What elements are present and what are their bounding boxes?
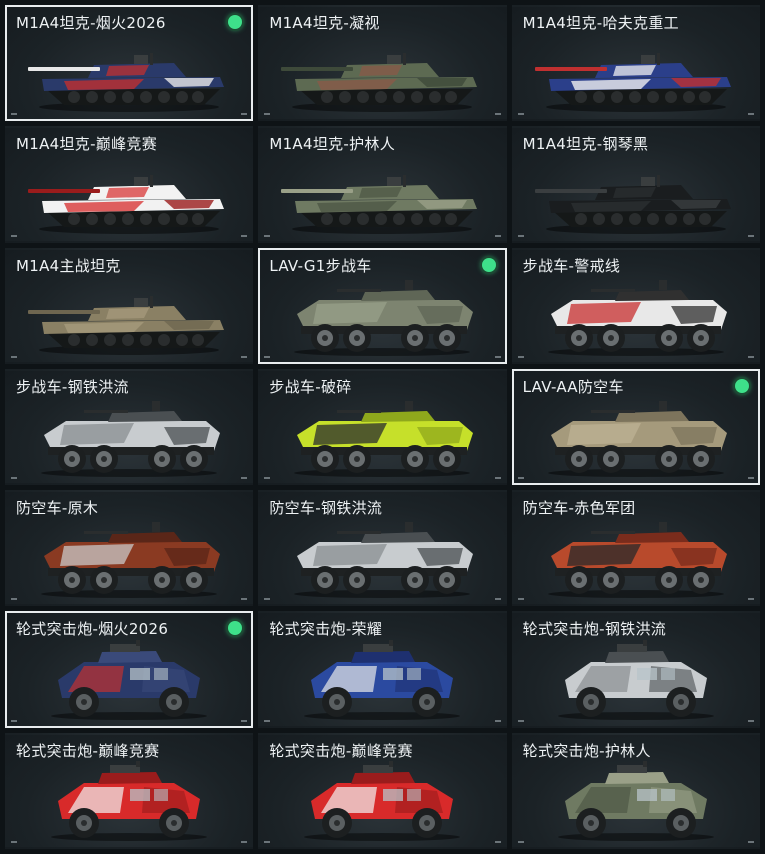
corner-mark (241, 234, 248, 237)
skin-card[interactable]: 轮式突击炮-烟火2026 (5, 611, 254, 728)
tank-icon (534, 53, 731, 113)
skin-card[interactable]: M1A4坦克-护林人 (258, 126, 507, 243)
tank-icon (281, 53, 478, 113)
corner-mark (494, 234, 501, 237)
corner-mark (517, 840, 524, 843)
corner-mark (747, 477, 754, 480)
corner-mark (11, 113, 17, 116)
skin-card[interactable]: 轮式突击炮-巅峰竞赛 (5, 732, 254, 849)
skin-card[interactable]: M1A4坦克-凝视 (258, 5, 507, 122)
skin-card[interactable]: 步战车-破碎 (258, 368, 507, 486)
corner-mark (264, 598, 271, 601)
corner-mark (517, 598, 524, 601)
tank-icon (28, 295, 225, 355)
corner-mark (517, 477, 524, 480)
corner-mark (241, 598, 248, 601)
corner-mark (494, 113, 501, 116)
corner-mark (264, 840, 271, 843)
corner-mark (11, 598, 17, 601)
corner-mark (494, 840, 501, 843)
skin-card[interactable]: 轮式突击炮-荣耀 (258, 611, 507, 728)
corner-mark (264, 719, 271, 722)
corner-mark (241, 840, 248, 843)
apc-icon (41, 522, 221, 599)
corner-mark (11, 477, 17, 480)
armored-car-icon (51, 639, 208, 720)
corner-mark (264, 355, 271, 358)
corner-mark (11, 355, 17, 358)
corner-mark (241, 719, 248, 722)
skin-card[interactable]: 防空车-赤色军团 (511, 490, 760, 607)
equipped-indicator-icon (734, 378, 749, 393)
corner-mark (241, 355, 248, 358)
skin-card[interactable]: M1A4主战坦克 (5, 247, 254, 364)
equipped-indicator-icon (228, 621, 243, 636)
apc-icon (547, 522, 727, 599)
tank-icon (281, 174, 478, 234)
equipped-indicator-icon (481, 257, 496, 272)
corner-mark (11, 719, 17, 722)
armored-car-icon (557, 639, 714, 720)
apc-icon (294, 401, 474, 478)
corner-mark (517, 234, 524, 237)
apc-icon (294, 522, 474, 599)
skin-card[interactable]: 防空车-钢铁洪流 (258, 490, 507, 607)
corner-mark (241, 113, 248, 116)
skin-card[interactable]: M1A4坦克-哈夫克重工 (511, 5, 760, 122)
corner-mark (517, 719, 524, 722)
corner-mark (747, 598, 754, 601)
corner-mark (264, 477, 271, 480)
corner-mark (494, 719, 501, 722)
corner-mark (747, 113, 754, 116)
apc-icon (41, 401, 221, 478)
equipped-indicator-icon (228, 15, 243, 29)
tank-icon (28, 174, 225, 234)
skin-card[interactable]: 轮式突击炮-钢铁洪流 (511, 611, 760, 728)
armored-car-icon (51, 760, 208, 841)
skin-card[interactable]: M1A4坦克-巅峰竞赛 (5, 126, 254, 243)
corner-mark (264, 113, 271, 116)
corner-mark (11, 840, 17, 843)
skin-card[interactable]: 轮式突击炮-巅峰竞赛 (258, 732, 507, 849)
skin-card[interactable]: 步战车-警戒线 (511, 247, 760, 364)
corner-mark (747, 840, 754, 843)
skin-card[interactable]: M1A4坦克-烟火2026 (5, 5, 254, 122)
skin-card[interactable]: M1A4坦克-钢琴黑 (511, 126, 760, 243)
skin-grid: M1A4坦克-烟火2026 M1A4坦克-凝视 M1A4坦克-哈夫克重工 M1A… (0, 0, 765, 854)
skin-card[interactable]: LAV-AA防空车 (511, 368, 760, 486)
corner-mark (11, 234, 17, 237)
corner-mark (517, 355, 524, 358)
corner-mark (241, 477, 248, 480)
corner-mark (747, 719, 754, 722)
armored-car-icon (557, 760, 714, 841)
skin-card[interactable]: 轮式突击炮-护林人 (511, 732, 760, 849)
tank-icon (28, 53, 225, 113)
apc-icon (294, 279, 474, 356)
corner-mark (494, 355, 501, 358)
skin-card[interactable]: 步战车-钢铁洪流 (5, 368, 254, 486)
corner-mark (264, 234, 271, 237)
apc-icon (547, 279, 727, 356)
armored-car-icon (304, 639, 461, 720)
skin-card[interactable]: 防空车-原木 (5, 490, 254, 607)
apc-icon (547, 401, 727, 478)
corner-mark (494, 477, 501, 480)
corner-mark (517, 113, 524, 116)
corner-mark (747, 234, 754, 237)
corner-mark (747, 355, 754, 358)
skin-card[interactable]: LAV-G1步战车 (258, 247, 507, 364)
tank-icon (534, 174, 731, 234)
corner-mark (494, 598, 501, 601)
armored-car-icon (304, 760, 461, 841)
